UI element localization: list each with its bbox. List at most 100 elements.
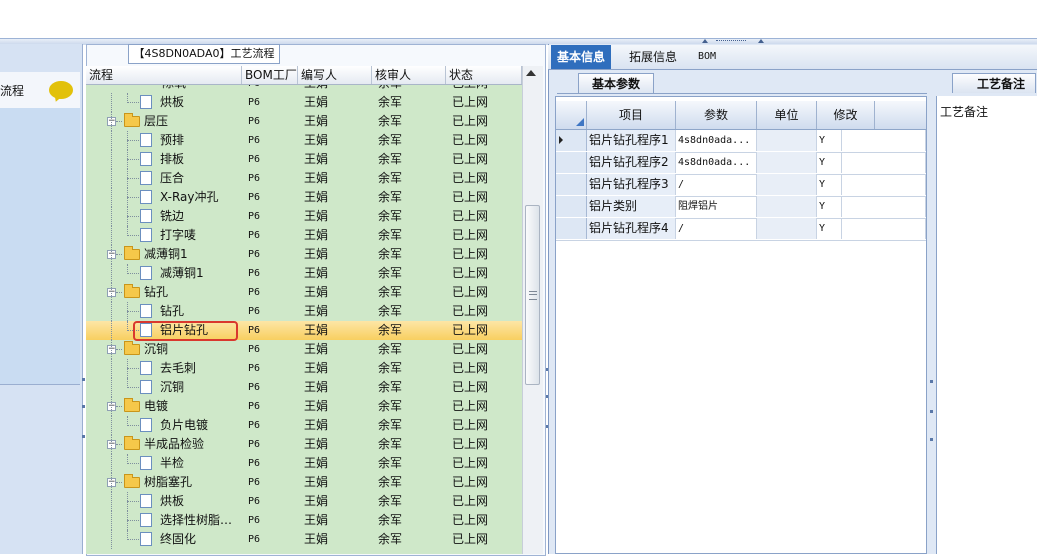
status-cell: 已上网 [452,152,489,166]
tree-row[interactable]: − 树脂塞孔 P6 王娟 余军 已上网 [86,473,522,492]
param-value-cell[interactable]: 4s8dn0ada... [676,130,757,151]
scroll-up-arrow-icon[interactable] [526,70,536,76]
tree-row[interactable]: 负片电镀 P6 王娟 余军 已上网 [86,416,522,435]
params-row[interactable]: 铝片钻孔程序3/ Y [556,174,926,197]
splitter-grip-icon[interactable] [930,438,933,441]
param-edit-cell[interactable]: Y [817,130,842,151]
splitter-grip-icon[interactable] [82,405,85,408]
splitter-grip-icon[interactable] [716,40,746,43]
column-header-flow[interactable]: 流程 [86,66,242,84]
splitter-grip-icon[interactable] [82,435,85,438]
tree-row[interactable]: − 钻孔 P6 王娟 余军 已上网 [86,283,522,302]
column-header-unit[interactable]: 单位 [757,101,817,129]
reviewer-cell: 余军 [378,475,403,489]
reviewer-cell: 余军 [378,133,403,147]
column-header-edit[interactable]: 修改 [817,101,875,129]
param-item-cell[interactable]: 铝片钻孔程序4 [587,218,676,239]
param-value-cell[interactable]: / [676,174,757,195]
status-cell: 已上网 [452,399,489,413]
params-row[interactable]: 铝片钻孔程序2 4s8dn0ada... Y [556,152,926,175]
tab-bom[interactable]: BOM [692,45,722,69]
tree-row[interactable]: 烘板 P6 王娟 余军 已上网 [86,93,522,112]
tree-row[interactable]: − 半成品检验 P6 王娟 余军 已上网 [86,435,522,454]
tree-row[interactable]: 钻孔 P6 王娟 余军 已上网 [86,302,522,321]
tab-basic-params[interactable]: 基本参数 [578,73,654,94]
tree-row[interactable]: X-Ray冲孔 P6 王娟 余军 已上网 [86,188,522,207]
column-header-writer[interactable]: 编写人 [298,66,372,84]
column-header-status[interactable]: 状态 [446,66,522,84]
tree-row[interactable]: 沉铜 P6 王娟 余军 已上网 [86,378,522,397]
column-header-bom-factory[interactable]: BOM工厂 [242,66,298,84]
row-indicator[interactable] [556,218,587,239]
tree-node-label: 电镀 [144,399,169,413]
writer-cell: 王娟 [304,95,329,109]
param-value-cell[interactable]: / [676,218,757,239]
status-cell: 已上网 [452,342,489,356]
param-unit-cell[interactable] [757,130,817,151]
status-cell: 已上网 [452,456,489,470]
tree-row[interactable]: 预排 P6 王娟 余军 已上网 [86,131,522,150]
param-unit-cell[interactable] [757,174,817,195]
param-item-cell[interactable]: 铝片类别 [587,196,676,217]
column-header-reviewer[interactable]: 核审人 [372,66,446,84]
tree-row[interactable]: 烘板 P6 王娟 余军 已上网 [86,492,522,511]
bom-factory-cell: P6 [248,344,261,355]
column-header-item[interactable]: 项目 [587,101,676,129]
params-row[interactable]: 铝片钻孔程序1 4s8dn0ada... Y [556,130,926,153]
tab-basic-info[interactable]: 基本信息 [551,45,612,69]
params-row[interactable]: 铝片类别 阻焊铝片 Y [556,196,926,219]
param-item-cell[interactable]: 铝片钻孔程序1 [587,130,676,151]
collapse-arrow-icon[interactable] [758,39,764,43]
tree-row[interactable]: 排板 P6 王娟 余军 已上网 [86,150,522,169]
param-unit-cell[interactable] [757,218,817,239]
bom-factory-cell: P6 [248,325,261,336]
tree-row[interactable]: − 沉铜 P6 王娟 余军 已上网 [86,340,522,359]
reviewer-cell: 余军 [378,247,403,261]
tree-row[interactable]: 选择性树脂… P6 王娟 余军 已上网 [86,511,522,530]
param-unit-cell[interactable] [757,196,817,217]
param-unit-cell[interactable] [757,152,817,173]
splitter-grip-icon[interactable] [930,410,933,413]
tree-row[interactable]: 去毛刺 P6 王娟 余军 已上网 [86,359,522,378]
tree-row[interactable]: 打字唛 P6 王娟 余军 已上网 [86,226,522,245]
bom-factory-cell: P6 [248,268,261,279]
tree-node-label: 去毛刺 [160,361,197,375]
row-indicator[interactable] [556,196,587,217]
param-edit-cell[interactable]: Y [817,152,842,173]
column-header-value[interactable]: 参数 [676,101,757,129]
param-value-cell[interactable]: 4s8dn0ada... [676,152,757,173]
tree-row[interactable]: 减薄铜1 P6 王娟 余军 已上网 [86,264,522,283]
tree-row[interactable]: − 减薄铜1 P6 王娟 余军 已上网 [86,245,522,264]
writer-cell: 王娟 [304,475,329,489]
tab-process-notes[interactable]: 工艺备注 [952,73,1036,93]
status-cell: 已上网 [452,85,488,93]
param-item-cell[interactable]: 铝片钻孔程序2 [587,152,676,173]
splitter-grip-icon[interactable] [930,380,933,383]
splitter-grip-icon[interactable] [82,378,85,381]
tree-row[interactable]: − 层压 P6 王娟 余军 已上网 [86,112,522,131]
tree-row[interactable]: 半检 P6 王娟 余军 已上网 [86,454,522,473]
param-value-cell[interactable]: 阻焊铝片 [676,196,757,217]
param-item-cell[interactable]: 铝片钻孔程序3 [587,174,676,195]
param-edit-cell[interactable]: Y [817,196,842,217]
tab-extended-info[interactable]: 拓展信息 [623,45,683,69]
params-row[interactable]: 铝片钻孔程序4/ Y [556,218,926,241]
row-indicator[interactable] [556,174,587,195]
writer-cell: 王娟 [304,494,329,508]
notes-splitter[interactable] [927,96,936,554]
row-indicator[interactable] [556,130,587,151]
left-nav-body [0,108,80,385]
param-edit-cell[interactable]: Y [817,218,842,239]
tree-row-partial[interactable]: 除氧 P6 王娟 余军 已上网 [86,85,522,93]
tree-row[interactable]: 压合 P6 王娟 余军 已上网 [86,169,522,188]
tree-row[interactable]: 铣边 P6 王娟 余军 已上网 [86,207,522,226]
collapse-arrow-icon[interactable] [702,39,708,43]
reviewer-cell: 余军 [378,304,403,318]
row-indicator[interactable] [556,152,587,173]
process-tree[interactable]: 除氧 P6 王娟 余军 已上网 烘板P6王娟余军已上网−层压P6王娟余军已上网预… [86,85,522,554]
tree-row[interactable]: 终固化 P6 王娟 余军 已上网 [86,530,522,549]
param-edit-cell[interactable]: Y [817,174,842,195]
process-notes-panel[interactable] [936,96,1037,554]
tree-row[interactable]: − 电镀 P6 王娟 余军 已上网 [86,397,522,416]
bom-factory-cell: P6 [248,192,261,203]
